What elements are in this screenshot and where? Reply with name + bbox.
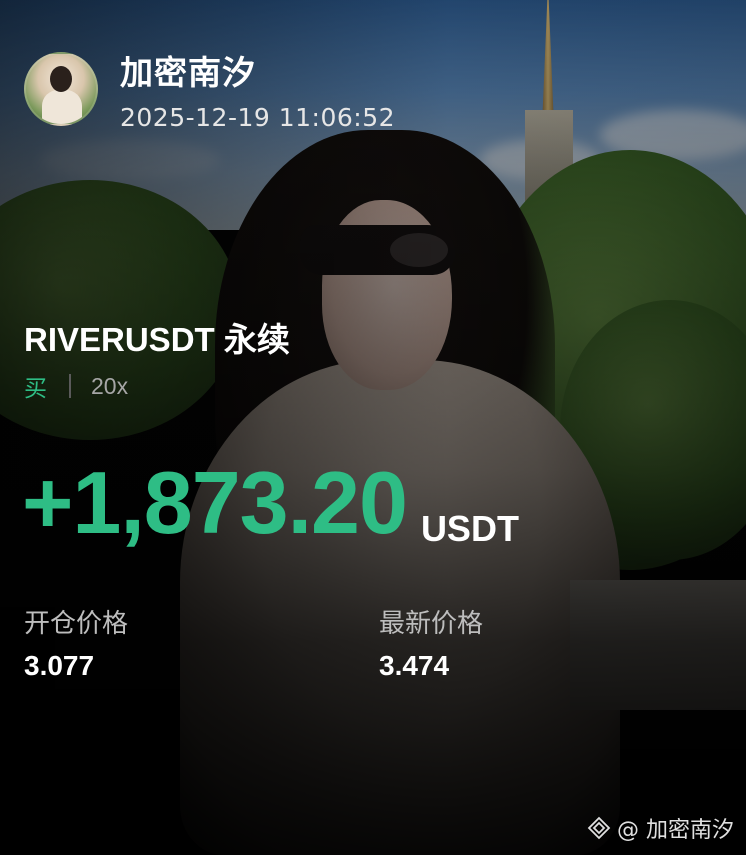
leverage: 20x <box>91 372 129 399</box>
username: 加密南汐 <box>120 53 256 92</box>
pnl-value: +1,873.20 <box>22 453 408 552</box>
last-price: 3.474 <box>379 650 450 681</box>
position-info: 买 20x <box>24 369 128 403</box>
watermark: @ 加密南汐 <box>587 812 734 844</box>
binance-square-icon <box>587 816 611 840</box>
avatar[interactable] <box>24 52 98 126</box>
entry-price: 3.077 <box>24 650 95 681</box>
watermark-text: @ 加密南汐 <box>617 818 734 843</box>
pnl: +1,873.20 USDT <box>22 452 519 554</box>
position-side: 买 <box>24 376 47 402</box>
pnl-share-card: 加密南汐 2025-12-19 11:06:52 RIVERUSDT 永续 买 … <box>0 0 746 855</box>
entry-price-label: 开仓价格 <box>24 609 129 639</box>
last-price-label: 最新价格 <box>379 609 484 639</box>
timestamp: 2025-12-19 11:06:52 <box>120 103 396 132</box>
contract-symbol: RIVERUSDT 永续 <box>24 321 290 358</box>
divider <box>69 374 71 398</box>
pnl-unit: USDT <box>420 508 519 549</box>
